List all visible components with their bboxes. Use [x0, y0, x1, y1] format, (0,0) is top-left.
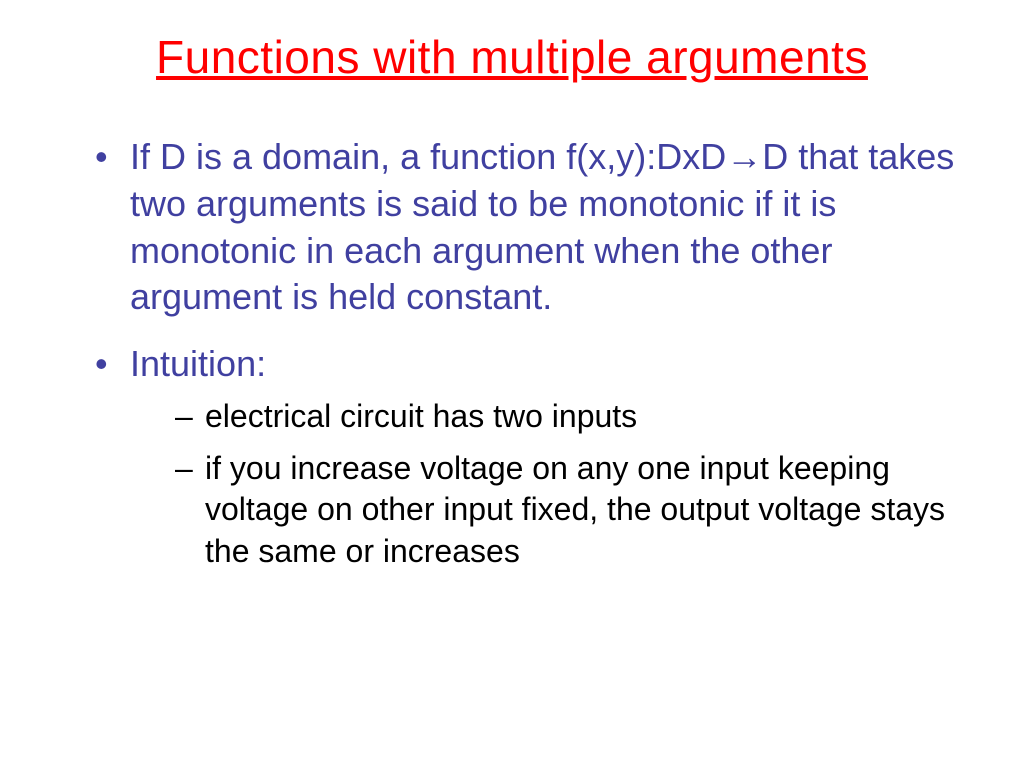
- sub-item-text: if you increase voltage on any one input…: [205, 450, 945, 569]
- sub-item-voltage: if you increase voltage on any one input…: [180, 448, 964, 573]
- right-arrow-icon: →: [726, 136, 762, 177]
- bullet-item-monotonic: If D is a domain, a function f(x,y):DxD→…: [100, 134, 964, 321]
- sub-item-text: electrical circuit has two inputs: [205, 398, 637, 434]
- bullet-item-intuition: Intuition: electrical circuit has two in…: [100, 341, 964, 572]
- sub-item-circuit: electrical circuit has two inputs: [180, 396, 964, 438]
- slide-title: Functions with multiple arguments: [60, 30, 964, 84]
- bullet-text-before-arrow: If D is a domain, a function f(x,y):DxD: [130, 136, 726, 177]
- bullet-text-intuition: Intuition:: [130, 343, 266, 384]
- sub-bullet-list: electrical circuit has two inputs if you…: [130, 396, 964, 572]
- main-bullet-list: If D is a domain, a function f(x,y):DxD→…: [60, 134, 964, 572]
